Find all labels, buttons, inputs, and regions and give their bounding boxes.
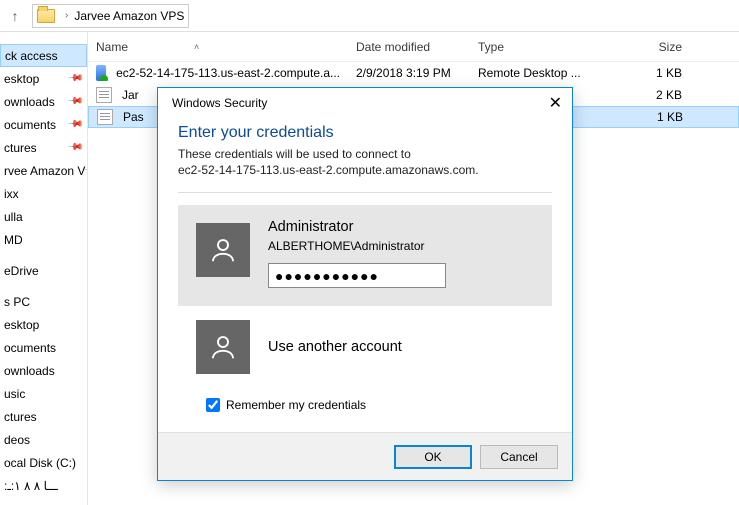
breadcrumb-label: Jarvee Amazon VPS	[74, 9, 184, 23]
close-icon[interactable]: ✕	[532, 93, 562, 113]
sidebar-item-documents[interactable]: ocuments📌	[0, 113, 87, 136]
remember-label: Remember my credentials	[226, 398, 366, 412]
sidebar-this-pc[interactable]: s PC	[0, 290, 87, 313]
nav-up-button[interactable]: ↑	[4, 8, 26, 24]
col-date[interactable]: Date modified	[348, 40, 470, 54]
account-name: Administrator	[268, 219, 534, 235]
sidebar-item[interactable]: ixx	[0, 182, 87, 205]
sidebar-item-downloads2[interactable]: ownloads	[0, 359, 87, 382]
dialog-titlebar: Windows Security ✕	[158, 88, 572, 118]
dialog-button-row: OK Cancel	[158, 432, 572, 480]
file-name: Pas	[123, 110, 144, 124]
file-size: 1 KB	[611, 110, 691, 124]
pin-icon: 📌	[66, 116, 83, 133]
user-icon	[196, 223, 250, 277]
pin-icon: 📌	[66, 70, 83, 87]
sidebar-item[interactable]: MD	[0, 228, 87, 251]
file-date: 2/9/2018 3:19 PM	[348, 66, 470, 80]
cancel-button[interactable]: Cancel	[480, 445, 558, 469]
file-type: Remote Desktop ...	[470, 66, 610, 80]
account-card-other[interactable]: Use another account	[178, 306, 552, 388]
remember-row: Remember my credentials	[178, 388, 552, 424]
pin-icon: 📌	[66, 139, 83, 156]
sidebar-item-jarvee[interactable]: rvee Amazon V📌	[0, 159, 87, 182]
dialog-subtext: These credentials will be used to connec…	[178, 146, 552, 178]
col-size[interactable]: Size	[610, 40, 690, 54]
dialog-title: Windows Security	[172, 96, 267, 110]
sidebar-item-music[interactable]: usic	[0, 382, 87, 405]
ok-button[interactable]: OK	[394, 445, 472, 469]
credentials-dialog: Windows Security ✕ Enter your credential…	[157, 87, 573, 481]
file-name: Jar	[122, 88, 139, 102]
pin-icon: 📌	[66, 93, 83, 110]
sidebar-item-pictures2[interactable]: ctures	[0, 405, 87, 428]
remember-checkbox[interactable]	[206, 398, 220, 412]
sidebar-item-documents2[interactable]: ocuments	[0, 336, 87, 359]
account-card-selected[interactable]: Administrator ALBERTHOME\Administrator	[178, 205, 552, 306]
column-headers: Name˄ Date modified Type Size	[88, 32, 739, 62]
file-size: 2 KB	[610, 88, 690, 102]
sidebar-item[interactable]: ulla	[0, 205, 87, 228]
col-type[interactable]: Type	[470, 40, 610, 54]
sidebar-item-localdisk[interactable]: ocal Disk (C:)	[0, 451, 87, 474]
sort-caret-icon: ˄	[194, 42, 199, 52]
file-name: ec2-52-14-175-113.us-east-2.compute.a...	[116, 66, 340, 80]
text-file-icon	[97, 109, 113, 125]
folder-icon	[37, 9, 55, 23]
sidebar-item-videos[interactable]: deos	[0, 428, 87, 451]
sidebar-item-desktop[interactable]: esktop📌	[0, 67, 87, 90]
breadcrumb[interactable]: › Jarvee Amazon VPS	[32, 4, 189, 28]
user-icon	[196, 320, 250, 374]
use-another-label: Use another account	[268, 339, 402, 355]
rdp-icon	[96, 65, 106, 81]
sidebar-item[interactable]: :ـــا ٨ ٨ ١:ـ	[0, 474, 87, 497]
sidebar-onedrive[interactable]: eDrive	[0, 259, 87, 282]
sidebar-item-desktop2[interactable]: esktop	[0, 313, 87, 336]
text-file-icon	[96, 87, 112, 103]
password-field[interactable]	[268, 263, 446, 288]
col-name[interactable]: Name˄	[88, 40, 348, 54]
file-size: 1 KB	[610, 66, 690, 80]
sidebar-quick-access[interactable]: ck access	[0, 44, 87, 67]
account-domain: ALBERTHOME\Administrator	[268, 239, 534, 253]
nav-sidebar: ck access esktop📌 ownloads📌 ocuments📌 ct…	[0, 32, 88, 505]
dialog-heading: Enter your credentials	[178, 124, 552, 142]
address-bar: ↑ › Jarvee Amazon VPS	[0, 0, 739, 32]
chevron-right-icon: ›	[65, 10, 68, 21]
sidebar-item-downloads[interactable]: ownloads📌	[0, 90, 87, 113]
sidebar-label: ck access	[5, 49, 58, 63]
file-row[interactable]: ec2-52-14-175-113.us-east-2.compute.a...…	[88, 62, 739, 84]
sidebar-item-pictures[interactable]: ctures📌	[0, 136, 87, 159]
